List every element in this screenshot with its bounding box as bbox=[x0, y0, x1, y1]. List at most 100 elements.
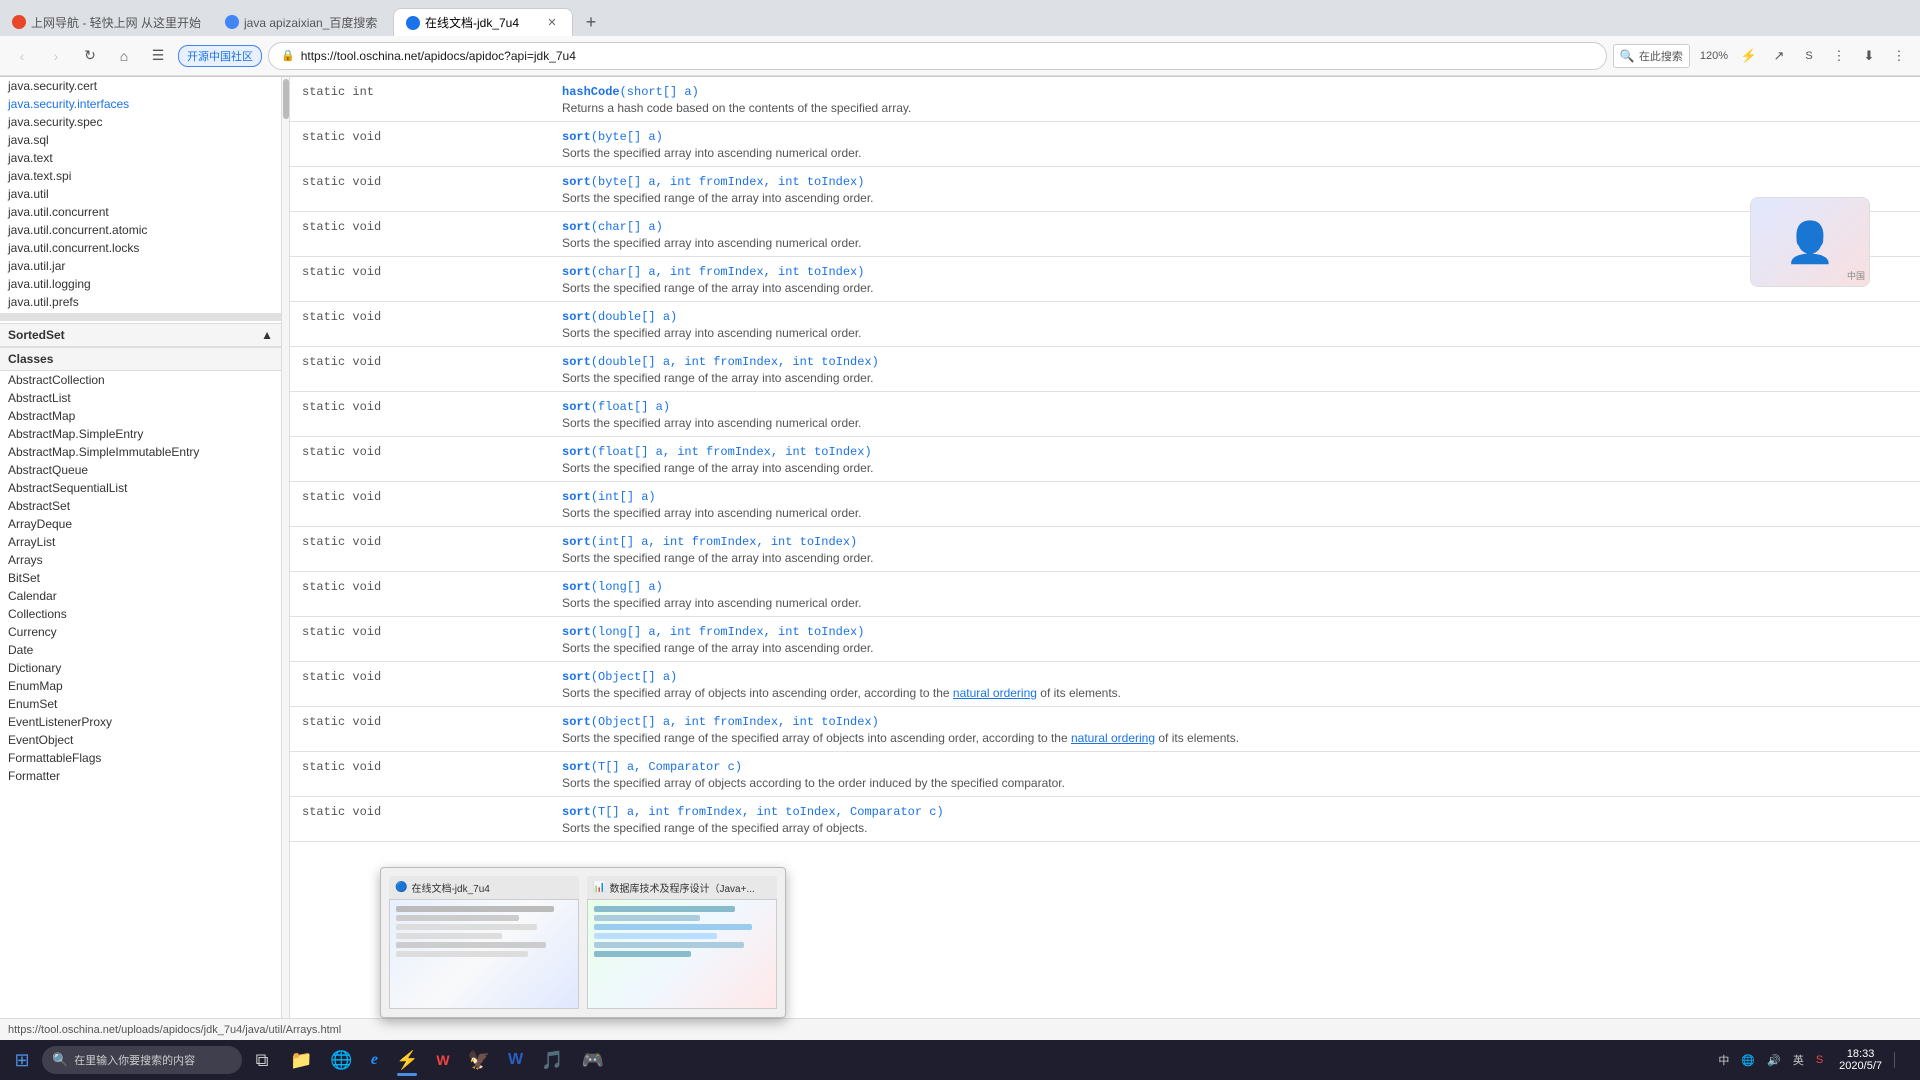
menu-icon[interactable]: ⋮ bbox=[1886, 43, 1912, 69]
natural-ordering-link[interactable]: natural ordering bbox=[1071, 731, 1155, 745]
sidebar-item-java-sql[interactable]: java.sql bbox=[0, 131, 281, 149]
sidebar-class-arraydeque[interactable]: ArrayDeque bbox=[0, 515, 281, 533]
sidebar-class-abstractmap[interactable]: AbstractMap bbox=[0, 407, 281, 425]
lightning-icon[interactable]: ⚡ bbox=[1736, 43, 1762, 69]
api-method-name-2[interactable]: sort(byte[] a, int fromIndex, int toInde… bbox=[562, 175, 864, 189]
sidebar-class-date[interactable]: Date bbox=[0, 641, 281, 659]
sidebar-item-java-security-spec[interactable]: java.security.spec bbox=[0, 113, 281, 131]
preview-item-2[interactable]: 📊 数据库技术及程序设计（Java+... bbox=[587, 876, 777, 1009]
sidebar-class-formattableflags[interactable]: FormattableFlags bbox=[0, 749, 281, 767]
sidebar-class-enummap[interactable]: EnumMap bbox=[0, 677, 281, 695]
taskbar-search[interactable]: 🔍 在里输入你要搜索的内容 bbox=[42, 1046, 242, 1074]
tab-1[interactable]: 上网导航 - 轻快上网 从这里开始 bbox=[0, 8, 213, 36]
sidebar-class-eventobject[interactable]: EventObject bbox=[0, 731, 281, 749]
share-icon[interactable]: ↗ bbox=[1766, 43, 1792, 69]
forward-button[interactable]: › bbox=[42, 42, 70, 70]
sidebar-item-java-util[interactable]: java.util bbox=[0, 185, 281, 203]
taskbar-edge[interactable]: 🌐 bbox=[322, 1042, 360, 1078]
sidebar-item-java-util-concurrent-locks[interactable]: java.util.concurrent.locks bbox=[0, 239, 281, 257]
sidebar-item-java-util-jar[interactable]: java.util.jar bbox=[0, 257, 281, 275]
api-method-name-6[interactable]: sort(double[] a, int fromIndex, int toIn… bbox=[562, 355, 879, 369]
tray-lang-zh[interactable]: 中 bbox=[1714, 1052, 1733, 1068]
sidebar-scroll-thumb[interactable] bbox=[0, 313, 281, 321]
api-method-name-5[interactable]: sort(double[] a) bbox=[562, 310, 677, 324]
taskbar-ie2[interactable]: 🦅 bbox=[460, 1042, 498, 1078]
api-method-name-3[interactable]: sort(char[] a) bbox=[562, 220, 663, 234]
sidebar-class-abstractmap-simpleentry[interactable]: AbstractMap.SimpleEntry bbox=[0, 425, 281, 443]
tab-3-close-icon[interactable]: ✕ bbox=[544, 15, 560, 31]
sidebar-item-java-util-logging[interactable]: java.util.logging bbox=[0, 275, 281, 293]
preview-item-1[interactable]: 🔵 在线文档-jdk_7u4 bbox=[389, 876, 579, 1009]
sidebar-class-abstractmap-simpleimmutableentry[interactable]: AbstractMap.SimpleImmutableEntry bbox=[0, 443, 281, 461]
sorted-set-header[interactable]: SortedSet ▲ bbox=[0, 323, 281, 347]
sidebar-item-java-util-concurrent-atomic[interactable]: java.util.concurrent.atomic bbox=[0, 221, 281, 239]
sidebar-item-java-text[interactable]: java.text bbox=[0, 149, 281, 167]
address-bar[interactable]: 🔒 https://tool.oschina.net/apidocs/apido… bbox=[268, 42, 1607, 70]
sidebar-item-java-util-concurrent[interactable]: java.util.concurrent bbox=[0, 203, 281, 221]
sidebar-item-java-text-spi[interactable]: java.text.spi bbox=[0, 167, 281, 185]
new-tab-button[interactable]: + bbox=[577, 8, 605, 36]
sidebar-class-eventlistenerproxy[interactable]: EventListenerProxy bbox=[0, 713, 281, 731]
sidebar-class-enumset[interactable]: EnumSet bbox=[0, 695, 281, 713]
api-method-name-7[interactable]: sort(float[] a) bbox=[562, 400, 670, 414]
tray-network[interactable]: 🌐 bbox=[1737, 1054, 1759, 1067]
api-method-name-8[interactable]: sort(float[] a, int fromIndex, int toInd… bbox=[562, 445, 872, 459]
reload-button[interactable]: ↻ bbox=[76, 42, 104, 70]
sidebar-class-calendar[interactable]: Calendar bbox=[0, 587, 281, 605]
sidebar-class-abstractsequentiallist[interactable]: AbstractSequentialList bbox=[0, 479, 281, 497]
api-method-name-4[interactable]: sort(char[] a, int fromIndex, int toInde… bbox=[562, 265, 864, 279]
classes-header[interactable]: Classes bbox=[0, 347, 281, 371]
more-icon[interactable]: ⋮ bbox=[1826, 43, 1852, 69]
api-method-name-13[interactable]: sort(Object[] a) bbox=[562, 670, 677, 684]
api-method-name-11[interactable]: sort(long[] a) bbox=[562, 580, 663, 594]
sidebar-class-abstractlist[interactable]: AbstractList bbox=[0, 389, 281, 407]
tab-2[interactable]: java apizaixian_百度搜索 bbox=[213, 8, 393, 36]
api-method-name-10[interactable]: sort(int[] a, int fromIndex, int toIndex… bbox=[562, 535, 857, 549]
api-method-name-9[interactable]: sort(int[] a) bbox=[562, 490, 656, 504]
home-button[interactable]: ⌂ bbox=[110, 42, 138, 70]
windows-start-button[interactable]: ⊞ bbox=[4, 1042, 40, 1078]
sohu-icon[interactable]: S bbox=[1796, 43, 1822, 69]
sidebar-item-java-security-interfaces[interactable]: java.security.interfaces bbox=[0, 95, 281, 113]
api-method-name-16[interactable]: sort(T[] a, int fromIndex, int toIndex, … bbox=[562, 805, 944, 819]
tray-volume[interactable]: 🔊 bbox=[1763, 1054, 1785, 1067]
api-method-name-14[interactable]: sort(Object[] a, int fromIndex, int toIn… bbox=[562, 715, 879, 729]
sidebar-class-abstractset[interactable]: AbstractSet bbox=[0, 497, 281, 515]
taskbar-word[interactable]: W bbox=[500, 1042, 531, 1078]
bookmarks-button[interactable]: ☰ bbox=[144, 42, 172, 70]
sidebar-item-java-security-cert[interactable]: java.security.cert bbox=[0, 77, 281, 95]
bookmark-label[interactable]: 开源中国社区 bbox=[178, 45, 262, 67]
sidebar-class-abstractcollection[interactable]: AbstractCollection bbox=[0, 371, 281, 389]
api-method-name-15[interactable]: sort(T[] a, Comparator c) bbox=[562, 760, 742, 774]
task-view-button[interactable]: ⧉ bbox=[244, 1042, 280, 1078]
taskbar-chrome[interactable]: ⚡ bbox=[388, 1042, 426, 1078]
download-icon[interactable]: ⬇ bbox=[1856, 43, 1882, 69]
api-method-name-0[interactable]: hashCode(short[] a) bbox=[562, 85, 699, 99]
sidebar-vscrollbar[interactable] bbox=[281, 77, 289, 1029]
sidebar-class-arraylist[interactable]: ArrayList bbox=[0, 533, 281, 551]
sidebar-class-currency[interactable]: Currency bbox=[0, 623, 281, 641]
tab-3[interactable]: 在线文档-jdk_7u4 ✕ bbox=[393, 8, 573, 36]
back-button[interactable]: ‹ bbox=[8, 42, 36, 70]
api-method-name-12[interactable]: sort(long[] a, int fromIndex, int toInde… bbox=[562, 625, 864, 639]
taskbar-app2[interactable]: 🎮 bbox=[574, 1042, 612, 1078]
sidebar-item-java-util-prefs[interactable]: java.util.prefs bbox=[0, 293, 281, 311]
tray-pinyin[interactable]: 英 bbox=[1789, 1052, 1808, 1068]
taskbar-ie[interactable]: e bbox=[363, 1042, 386, 1078]
api-method-name-1[interactable]: sort(byte[] a) bbox=[562, 130, 663, 144]
taskbar-explorer[interactable]: 📁 bbox=[282, 1042, 320, 1078]
tray-sohu[interactable]: S bbox=[1812, 1054, 1827, 1066]
taskbar-app1[interactable]: 🎵 bbox=[533, 1042, 571, 1078]
sidebar-class-dictionary[interactable]: Dictionary bbox=[0, 659, 281, 677]
natural-ordering-link[interactable]: natural ordering bbox=[953, 686, 1037, 700]
classes-label: Classes bbox=[8, 352, 53, 366]
sidebar-vscroll-thumb[interactable] bbox=[283, 79, 289, 119]
toolbar-search-box[interactable]: 🔍 在此搜索 bbox=[1613, 44, 1690, 68]
sidebar-class-arrays[interactable]: Arrays bbox=[0, 551, 281, 569]
sidebar-class-collections[interactable]: Collections bbox=[0, 605, 281, 623]
show-desktop-button[interactable] bbox=[1894, 1052, 1916, 1068]
taskbar-wps[interactable]: W bbox=[428, 1042, 457, 1078]
sidebar-class-bitset[interactable]: BitSet bbox=[0, 569, 281, 587]
sidebar-class-formatter[interactable]: Formatter bbox=[0, 767, 281, 785]
sidebar-class-abstractqueue[interactable]: AbstractQueue bbox=[0, 461, 281, 479]
